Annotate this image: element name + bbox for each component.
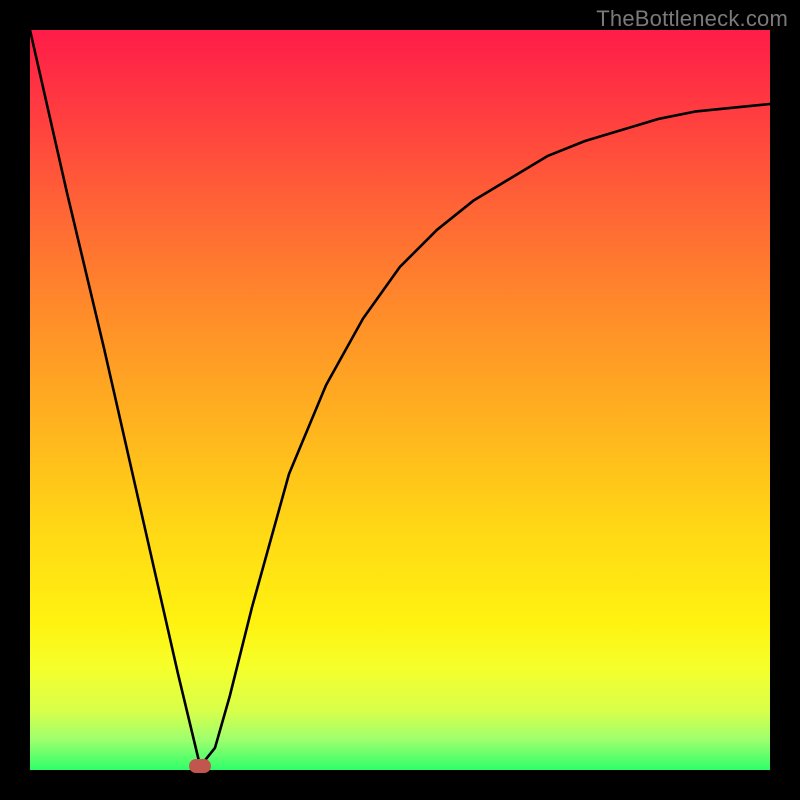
watermark-text: TheBottleneck.com	[596, 6, 788, 32]
chart-plot-area	[30, 30, 770, 770]
optimal-point-marker	[189, 759, 211, 773]
bottleneck-curve	[30, 30, 770, 770]
